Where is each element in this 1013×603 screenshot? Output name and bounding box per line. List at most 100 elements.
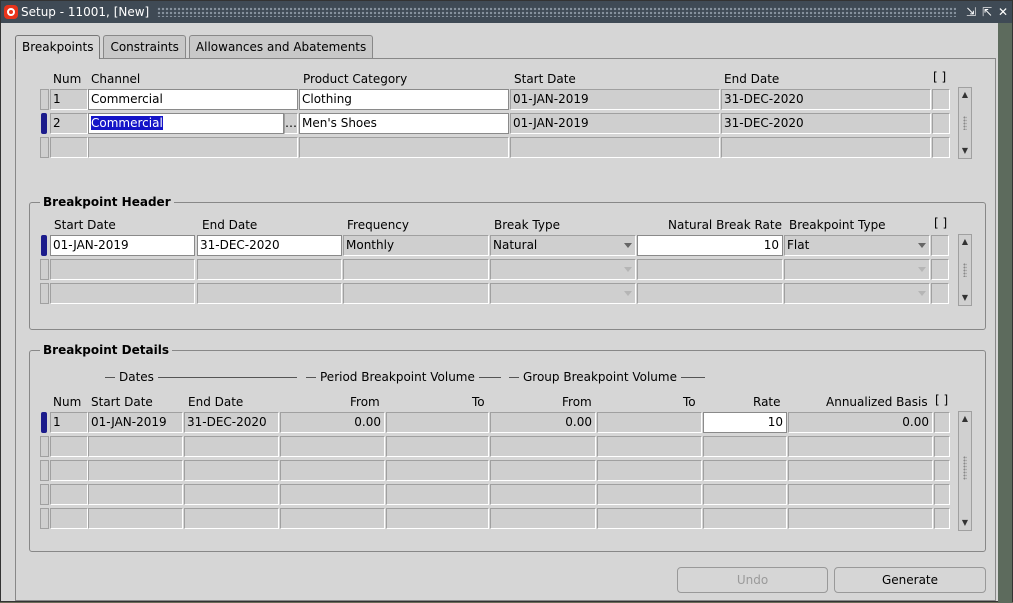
row-indicator[interactable] bbox=[40, 508, 49, 529]
break-type-select[interactable] bbox=[490, 259, 636, 280]
flex-field[interactable] bbox=[932, 137, 950, 158]
detail-end-date-field[interactable]: 31-DEC-2020 bbox=[184, 412, 279, 433]
group-from-field[interactable]: 0.00 bbox=[490, 412, 596, 433]
rate-field[interactable] bbox=[703, 460, 787, 481]
break-type-select[interactable] bbox=[490, 283, 636, 304]
end-date-field[interactable]: 31-DEC-2020 bbox=[721, 113, 931, 134]
header-start-date-field[interactable] bbox=[50, 259, 195, 280]
undo-button[interactable]: Undo bbox=[677, 567, 828, 593]
detail-start-date-field[interactable] bbox=[88, 484, 183, 505]
flex-field[interactable] bbox=[931, 259, 949, 280]
header-start-date-field[interactable]: 01-JAN-2019 bbox=[50, 235, 195, 256]
rate-field[interactable] bbox=[703, 508, 787, 529]
channel-field[interactable]: Commercial bbox=[88, 89, 298, 110]
minimize-icon[interactable]: ⇲ bbox=[964, 4, 978, 20]
annualized-basis-field[interactable] bbox=[788, 484, 933, 505]
row-indicator[interactable] bbox=[40, 460, 49, 481]
group-to-field[interactable] bbox=[597, 508, 702, 529]
details-scrollbar[interactable]: ▲ ▼ bbox=[958, 411, 972, 531]
close-icon[interactable]: ✕ bbox=[996, 4, 1010, 20]
end-date-field[interactable] bbox=[721, 137, 931, 158]
rate-field[interactable]: 10 bbox=[703, 412, 787, 433]
scroll-up-icon[interactable]: ▲ bbox=[959, 412, 971, 426]
header-end-date-field[interactable] bbox=[197, 283, 342, 304]
row-indicator[interactable] bbox=[40, 283, 49, 304]
tab-breakpoints[interactable]: Breakpoints bbox=[15, 35, 101, 59]
tab-allowances[interactable]: Allowances and Abatements bbox=[188, 35, 374, 58]
start-date-field[interactable] bbox=[510, 137, 720, 158]
flex-field[interactable] bbox=[934, 436, 950, 457]
annualized-basis-field[interactable] bbox=[788, 436, 933, 457]
detail-start-date-field[interactable]: 01-JAN-2019 bbox=[88, 412, 183, 433]
group-to-field[interactable] bbox=[597, 460, 702, 481]
end-date-field[interactable]: 31-DEC-2020 bbox=[721, 89, 931, 110]
period-to-field[interactable] bbox=[386, 436, 489, 457]
period-from-field[interactable] bbox=[280, 484, 385, 505]
current-row-indicator[interactable] bbox=[41, 412, 47, 433]
scroll-grip[interactable] bbox=[963, 456, 967, 480]
flex-field[interactable] bbox=[934, 484, 950, 505]
detail-end-date-field[interactable] bbox=[184, 460, 279, 481]
group-from-field[interactable] bbox=[490, 436, 596, 457]
list-of-values-button[interactable]: … bbox=[284, 113, 298, 134]
product-category-field[interactable]: Men's Shoes bbox=[299, 113, 509, 134]
period-to-field[interactable] bbox=[386, 460, 489, 481]
channel-field[interactable]: Commercial bbox=[88, 113, 284, 134]
period-from-field[interactable] bbox=[280, 460, 385, 481]
header-end-date-field[interactable] bbox=[197, 259, 342, 280]
natural-break-rate-field[interactable] bbox=[637, 283, 783, 304]
tab-constraints[interactable]: Constraints bbox=[103, 35, 186, 58]
row-indicator[interactable] bbox=[40, 436, 49, 457]
product-category-field[interactable] bbox=[299, 137, 509, 158]
row-indicator[interactable] bbox=[40, 484, 49, 505]
group-from-field[interactable] bbox=[490, 460, 596, 481]
annualized-basis-field[interactable] bbox=[788, 508, 933, 529]
flex-field[interactable] bbox=[931, 235, 949, 256]
detail-start-date-field[interactable] bbox=[88, 508, 183, 529]
period-to-field[interactable] bbox=[386, 412, 489, 433]
breakpoint-type-select[interactable]: Flat bbox=[784, 235, 930, 256]
start-date-field[interactable]: 01-JAN-2019 bbox=[510, 89, 720, 110]
group-from-field[interactable] bbox=[490, 508, 596, 529]
period-to-field[interactable] bbox=[386, 484, 489, 505]
group-to-field[interactable] bbox=[597, 484, 702, 505]
natural-break-rate-field[interactable] bbox=[637, 259, 783, 280]
period-from-field[interactable]: 0.00 bbox=[280, 412, 385, 433]
scroll-down-icon[interactable]: ▼ bbox=[959, 516, 971, 530]
maximize-icon[interactable]: ⇱ bbox=[980, 4, 994, 20]
flex-field[interactable] bbox=[934, 412, 950, 433]
header-start-date-field[interactable] bbox=[50, 283, 195, 304]
detail-end-date-field[interactable] bbox=[184, 436, 279, 457]
annualized-basis-field[interactable]: 0.00 bbox=[788, 412, 933, 433]
detail-end-date-field[interactable] bbox=[184, 484, 279, 505]
product-category-field[interactable]: Clothing bbox=[299, 89, 509, 110]
flex-field[interactable] bbox=[932, 113, 950, 134]
scroll-grip[interactable] bbox=[963, 263, 967, 277]
frequency-field[interactable] bbox=[343, 259, 489, 280]
scroll-grip[interactable] bbox=[963, 116, 967, 130]
rate-field[interactable] bbox=[703, 436, 787, 457]
breakpoints-scrollbar[interactable]: ▲ ▼ bbox=[958, 87, 972, 159]
channel-field[interactable] bbox=[88, 137, 298, 158]
detail-start-date-field[interactable] bbox=[88, 460, 183, 481]
flex-field[interactable] bbox=[932, 89, 950, 110]
flex-field[interactable] bbox=[931, 283, 949, 304]
row-indicator[interactable] bbox=[40, 137, 49, 158]
row-indicator[interactable] bbox=[40, 259, 49, 280]
flex-field[interactable] bbox=[934, 508, 950, 529]
breakpoint-type-select[interactable] bbox=[784, 283, 930, 304]
detail-end-date-field[interactable] bbox=[184, 508, 279, 529]
period-from-field[interactable] bbox=[280, 436, 385, 457]
annualized-basis-field[interactable] bbox=[788, 460, 933, 481]
flex-field[interactable] bbox=[934, 460, 950, 481]
group-from-field[interactable] bbox=[490, 484, 596, 505]
frequency-field[interactable] bbox=[343, 283, 489, 304]
detail-start-date-field[interactable] bbox=[88, 436, 183, 457]
group-to-field[interactable] bbox=[597, 412, 702, 433]
start-date-field[interactable]: 01-JAN-2019 bbox=[510, 113, 720, 134]
period-from-field[interactable] bbox=[280, 508, 385, 529]
current-row-indicator[interactable] bbox=[41, 113, 47, 134]
break-type-select[interactable]: Natural bbox=[490, 235, 636, 256]
scroll-up-icon[interactable]: ▲ bbox=[959, 88, 971, 102]
scroll-down-icon[interactable]: ▼ bbox=[959, 291, 971, 305]
